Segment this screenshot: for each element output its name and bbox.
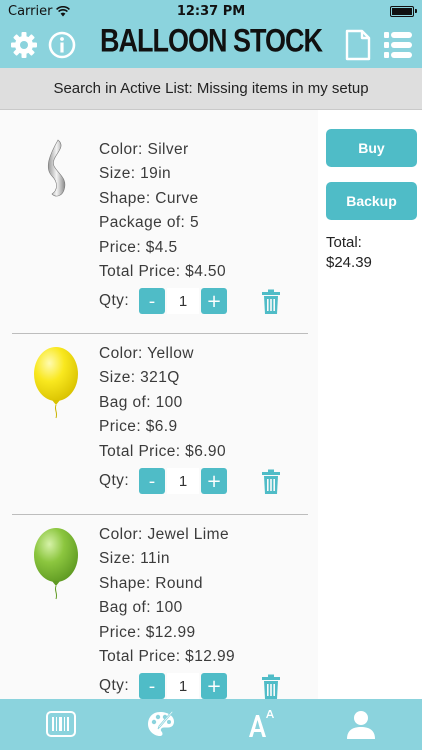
lime-balloon-icon <box>34 528 78 600</box>
qty-stepper: Qty: - 1 + <box>99 288 227 314</box>
item-color: Color: Jewel Lime <box>99 526 229 543</box>
tab-font-size[interactable] <box>244 707 278 741</box>
document-button[interactable] <box>340 27 376 63</box>
total-label: Total: <box>326 234 362 251</box>
search-filter-bar[interactable]: Search in Active List: Missing items in … <box>0 68 422 110</box>
search-filter-text: Search in Active List: Missing items in … <box>53 80 369 97</box>
list-item: Color: Silver Size: 19in Shape: Curve Pa… <box>0 110 318 334</box>
backup-button[interactable]: Backup <box>326 182 417 220</box>
qty-stepper: Qty: - 1 + <box>99 673 227 699</box>
user-icon <box>347 711 375 739</box>
list-item: Color: Yellow Size: 321Q Bag of: 100 Pri… <box>0 334 318 515</box>
info-button[interactable] <box>44 27 80 63</box>
gear-icon <box>11 32 37 58</box>
item-color: Color: Yellow <box>99 345 194 362</box>
item-details: Color: Jewel Lime Size: 11in Shape: Roun… <box>99 523 235 669</box>
item-shape: Shape: Round <box>99 574 203 592</box>
tab-palette[interactable] <box>144 707 178 741</box>
item-size: Size: 19in <box>99 165 172 183</box>
qty-label: Qty: <box>99 292 130 309</box>
item-total-price: Total Price: $6.90 <box>99 442 226 460</box>
qty-value[interactable]: 1 <box>167 468 199 494</box>
list-item: Color: Jewel Lime Size: 11in Shape: Roun… <box>0 515 318 699</box>
side-panel: Buy Backup Total: $24.39 <box>318 110 422 699</box>
item-price: Price: $6.9 <box>99 418 178 436</box>
tab-bar <box>0 699 422 750</box>
status-time: 12:37 PM <box>176 4 246 19</box>
items-list[interactable]: Color: Silver Size: 19in Shape: Curve Pa… <box>0 110 318 699</box>
increment-button[interactable]: + <box>201 468 227 494</box>
silver-curve-balloon-icon <box>47 139 66 197</box>
increment-button[interactable]: + <box>201 673 227 699</box>
item-total-price: Total Price: $4.50 <box>99 262 226 280</box>
item-color: Color: Silver <box>99 141 189 158</box>
qty-value[interactable]: 1 <box>167 288 199 314</box>
item-price: Price: $4.5 <box>99 238 178 256</box>
document-icon <box>345 29 371 61</box>
barcode-icon <box>46 711 76 737</box>
item-price: Price: $12.99 <box>99 623 196 641</box>
qty-label: Qty: <box>99 472 130 489</box>
item-bag: Bag of: 100 <box>99 599 183 617</box>
palette-icon <box>148 710 174 736</box>
item-details: Color: Yellow Size: 321Q Bag of: 100 Pri… <box>99 342 226 464</box>
tab-barcode[interactable] <box>44 707 78 741</box>
decrement-button[interactable]: - <box>139 673 165 699</box>
item-details: Color: Silver Size: 19in Shape: Curve Pa… <box>99 138 226 284</box>
item-total-price: Total Price: $12.99 <box>99 647 235 665</box>
total-value: $24.39 <box>326 254 372 271</box>
qty-value[interactable]: 1 <box>167 673 199 699</box>
yellow-balloon-icon <box>34 347 78 419</box>
item-package: Package of: 5 <box>99 214 199 232</box>
item-size: Size: 11in <box>99 550 170 568</box>
trash-icon[interactable] <box>261 674 281 699</box>
qty-label: Qty: <box>99 677 130 694</box>
item-bag: Bag of: 100 <box>99 393 183 411</box>
buy-button[interactable]: Buy <box>326 129 417 167</box>
trash-icon[interactable] <box>261 469 281 495</box>
nav-bar: BALLOON STOCK <box>0 22 422 68</box>
tab-user[interactable] <box>344 707 378 741</box>
increment-button[interactable]: + <box>201 288 227 314</box>
battery-icon <box>390 6 417 17</box>
app-title: BALLOON STOCK <box>100 22 323 59</box>
item-shape: Shape: Curve <box>99 189 199 207</box>
item-size: Size: 321Q <box>99 369 180 387</box>
status-bar: Carrier 12:37 PM <box>0 0 422 22</box>
trash-icon[interactable] <box>261 289 281 315</box>
info-icon <box>48 31 76 59</box>
settings-button[interactable] <box>6 27 42 63</box>
font-size-icon <box>249 710 274 737</box>
list-icon <box>384 32 412 58</box>
list-button[interactable] <box>380 27 416 63</box>
decrement-button[interactable]: - <box>139 468 165 494</box>
decrement-button[interactable]: - <box>139 288 165 314</box>
qty-stepper: Qty: - 1 + <box>99 468 227 494</box>
